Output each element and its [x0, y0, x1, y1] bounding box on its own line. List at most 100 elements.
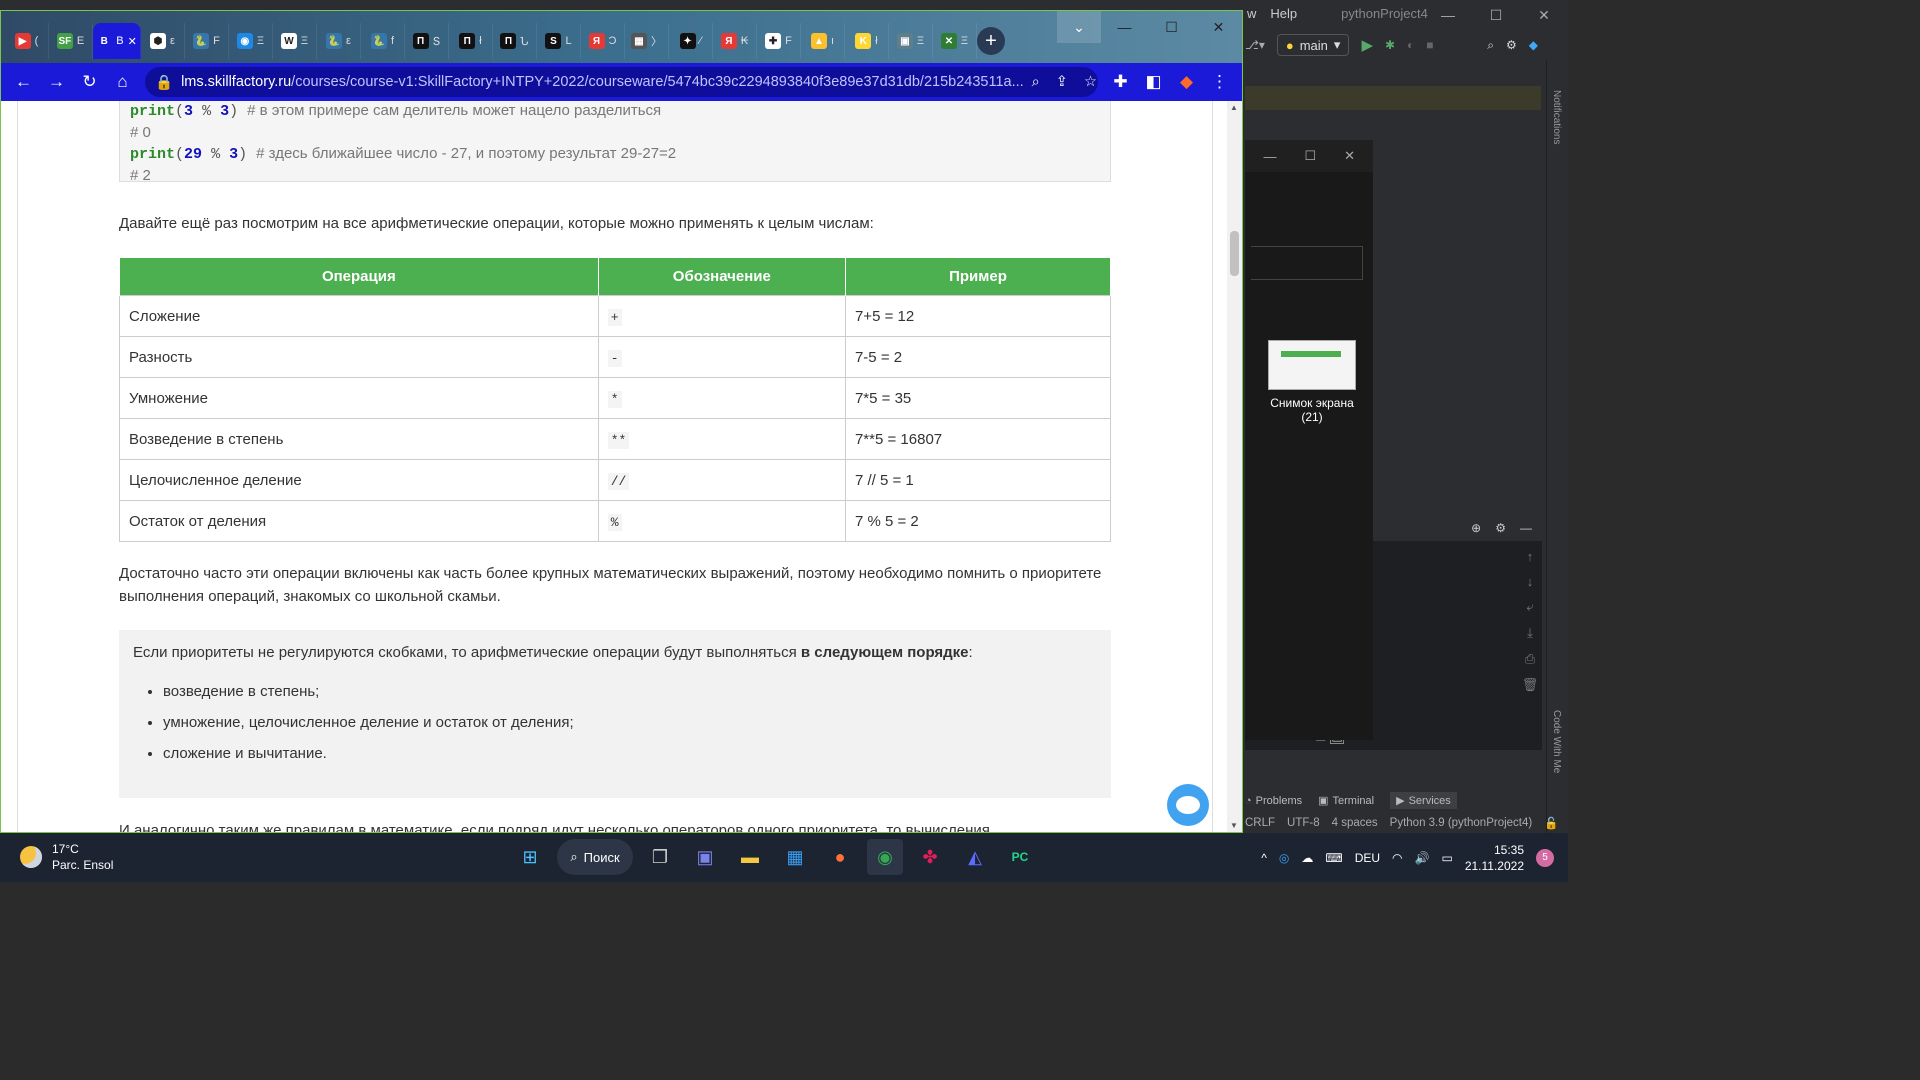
tab-terminal[interactable]: ▣ Terminal: [1318, 792, 1374, 809]
scrollbar-thumb[interactable]: [1230, 231, 1239, 276]
teams-chat-icon[interactable]: ▣: [687, 839, 723, 875]
chrome-maximize-button[interactable]: ☐: [1148, 11, 1195, 43]
branch-selector[interactable]: ● main ▾: [1276, 34, 1350, 56]
code-with-me-tab[interactable]: Code With Me: [1551, 710, 1562, 773]
wifi-icon[interactable]: ◠: [1392, 851, 1402, 865]
browser-tab[interactable]: ▦ 〉: [625, 23, 669, 59]
browser-tab[interactable]: ⬢ ε: [141, 23, 185, 59]
forward-icon[interactable]: →: [40, 66, 73, 99]
share-icon[interactable]: ⇪: [1056, 74, 1068, 90]
explorer-maximize-button[interactable]: ☐: [1304, 148, 1316, 164]
sidepanel-icon[interactable]: ◧: [1137, 66, 1170, 99]
browser-tab[interactable]: SF E: [49, 23, 93, 59]
settings-icon[interactable]: ⚙: [1506, 38, 1517, 52]
menu-item-window[interactable]: w: [1247, 6, 1256, 21]
browser-tab[interactable]: ▶(: [5, 23, 49, 59]
new-tab-button[interactable]: +: [977, 27, 1005, 55]
zoom-icon[interactable]: ⌕: [1032, 74, 1040, 90]
browser-tab[interactable]: ✦ ⁄: [669, 23, 713, 59]
ide-minimize-button[interactable]: —: [1424, 0, 1472, 30]
browser-tab[interactable]: 🐍 F: [185, 23, 229, 59]
chrome-close-button[interactable]: ✕: [1195, 11, 1242, 43]
arrow-up-icon[interactable]: ↑: [1527, 549, 1534, 564]
tray-chevron-icon[interactable]: ^: [1261, 851, 1267, 865]
debug-icon[interactable]: ✱: [1385, 38, 1395, 52]
desktop-file-screenshot[interactable]: Снимок экрана (21): [1262, 340, 1362, 424]
menu-item-help[interactable]: Help: [1270, 6, 1297, 21]
browser-tab[interactable]: ПՏ: [405, 23, 449, 59]
chat-widget-button[interactable]: [1167, 784, 1209, 826]
plugin-icon[interactable]: ◆: [1529, 38, 1538, 52]
browser-tab[interactable]: ✚ F: [757, 23, 801, 59]
taskbar-search[interactable]: ⌕ Поиск: [557, 839, 633, 875]
ide-maximize-button[interactable]: ☐: [1472, 0, 1520, 30]
file-explorer-icon[interactable]: ▬: [732, 839, 768, 875]
firefox-icon[interactable]: ●: [822, 839, 858, 875]
profile-avatar[interactable]: ◆: [1170, 66, 1203, 99]
battery-icon[interactable]: ▭: [1441, 851, 1452, 865]
line-separator[interactable]: CRLF: [1245, 817, 1275, 829]
chrome-menu-icon[interactable]: ⋮: [1203, 66, 1236, 99]
browser-tab[interactable]: WΞ: [273, 23, 317, 59]
page-scrollbar[interactable]: ▲ ▼: [1227, 101, 1242, 832]
run-icon[interactable]: ▶: [1361, 36, 1373, 54]
tab-close-icon[interactable]: ✕: [128, 35, 137, 48]
wrap-icon[interactable]: ⤶: [1526, 599, 1533, 615]
print-icon[interactable]: ⎙: [1525, 651, 1535, 667]
keyboard-icon[interactable]: ⌨: [1325, 851, 1342, 865]
arrow-down-icon[interactable]: ↓: [1527, 574, 1534, 589]
trash-icon[interactable]: 🗑: [1522, 677, 1539, 693]
slack-icon[interactable]: ✤: [912, 839, 948, 875]
tab-services[interactable]: ▶ Services: [1390, 792, 1457, 809]
extensions-icon[interactable]: ✚: [1104, 66, 1137, 99]
browser-tab[interactable]: ЯϽ: [581, 23, 625, 59]
explorer-address-box[interactable]: [1251, 246, 1363, 280]
bookmark-star-icon[interactable]: ☆: [1084, 74, 1097, 90]
browser-tab[interactable]: ▣ Ξ: [889, 23, 933, 59]
task-view-icon[interactable]: ❐: [642, 839, 678, 875]
tray-cloud-icon[interactable]: ☁: [1301, 851, 1313, 865]
address-bar[interactable]: 🔒 lms.skillfactory.ru/courses/course-v1:…: [145, 67, 1098, 97]
interpreter[interactable]: Python 3.9 (pythonProject4): [1390, 817, 1533, 829]
store-icon[interactable]: ▦: [777, 839, 813, 875]
chrome-minimize-button[interactable]: —: [1101, 11, 1148, 43]
lock-icon[interactable]: 🔓: [1544, 816, 1558, 830]
stop-icon[interactable]: ■: [1426, 38, 1433, 52]
browser-tab[interactable]: Пł: [449, 23, 493, 59]
scroll-end-icon[interactable]: ⤓: [1527, 625, 1533, 641]
browser-tab[interactable]: ▲ ı: [801, 23, 845, 59]
start-icon[interactable]: ⊞: [512, 839, 548, 875]
hide-icon[interactable]: —: [1520, 521, 1532, 535]
search-icon[interactable]: ⌕: [1487, 38, 1494, 53]
scroll-down-icon[interactable]: ▼: [1230, 821, 1238, 830]
explorer-minimize-button[interactable]: —: [1263, 149, 1276, 164]
chrome-icon[interactable]: ◉: [867, 839, 903, 875]
target-icon[interactable]: ⊕: [1471, 521, 1481, 535]
volume-icon[interactable]: 🔊: [1415, 851, 1430, 865]
weather-widget[interactable]: 17°C Parc. Ensol: [20, 841, 113, 873]
vscode-like-icon[interactable]: ◭: [957, 839, 993, 875]
tab-problems[interactable]: ◔ Problems: [1245, 792, 1302, 809]
lock-icon[interactable]: 🔒: [155, 74, 173, 91]
file-encoding[interactable]: UTF-8: [1287, 817, 1320, 829]
browser-tab[interactable]: ◉ Ξ: [229, 23, 273, 59]
explorer-close-button[interactable]: ✕: [1344, 148, 1355, 164]
browser-tab[interactable]: B B ✕: [93, 23, 141, 59]
notification-badge[interactable]: 5: [1536, 848, 1554, 867]
scroll-up-icon[interactable]: ▲: [1230, 103, 1238, 112]
clock[interactable]: 15:35 21.11.2022: [1465, 842, 1524, 874]
back-icon[interactable]: ←: [7, 66, 40, 99]
browser-tab[interactable]: ✕ Ξ: [933, 23, 977, 59]
browser-tab[interactable]: Я ₭: [713, 23, 757, 59]
reload-icon[interactable]: ↻: [73, 66, 106, 99]
gear-icon[interactable]: ⚙: [1495, 521, 1506, 535]
pycharm-icon[interactable]: PC: [1002, 839, 1038, 875]
browser-tab[interactable]: 🐍 ε: [317, 23, 361, 59]
ide-close-button[interactable]: ✕: [1520, 0, 1568, 30]
browser-tab[interactable]: ПՆ: [493, 23, 537, 59]
home-icon[interactable]: ⌂: [106, 66, 139, 99]
tray-app-icon[interactable]: ◎: [1279, 851, 1289, 865]
browser-tab[interactable]: 🐍 f: [361, 23, 405, 59]
coverage-icon[interactable]: ◐: [1407, 38, 1414, 52]
tab-search-chevron-icon[interactable]: ⌄: [1057, 11, 1101, 43]
